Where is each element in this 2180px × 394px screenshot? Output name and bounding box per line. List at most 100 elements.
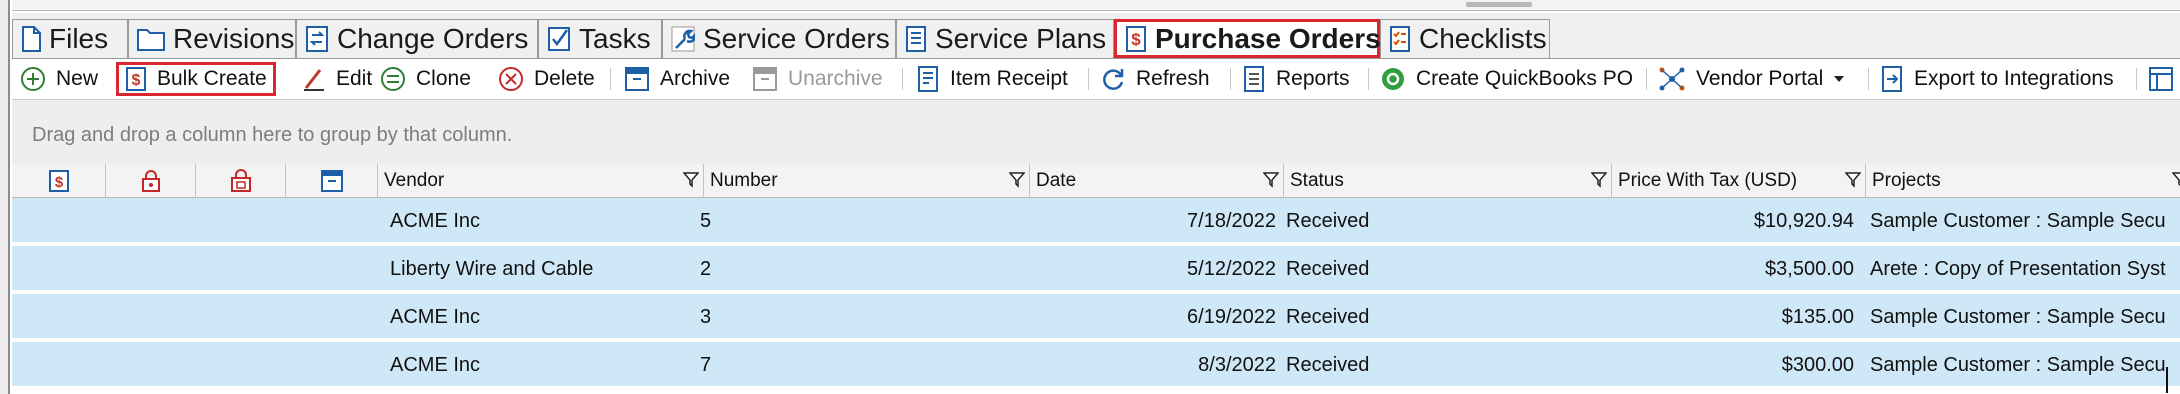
dollar-document-icon: $ (126, 67, 146, 91)
tab-files[interactable]: Files (12, 19, 128, 58)
table-row[interactable]: ACME Inc 5 7/18/2022 Received $10,920.94… (12, 198, 2180, 244)
price-cell: $300.00 (1781, 353, 1854, 376)
column-header-number[interactable]: Number (704, 164, 1030, 198)
clone-button[interactable]: Clone (380, 59, 471, 99)
toolbar-separator (1646, 68, 1647, 90)
tab-revisions[interactable]: Revisions (128, 19, 296, 58)
toolbar-separator (1368, 68, 1369, 90)
number-cell: 2 (700, 257, 712, 280)
toolbar-separator (610, 68, 611, 90)
archive-button[interactable]: Archive (624, 59, 730, 99)
toolbar-separator (1230, 68, 1231, 90)
refresh-button[interactable]: Refresh (1100, 59, 1210, 99)
table-row[interactable]: ACME Inc 3 6/19/2022 Received $135.00 Sa… (12, 294, 2180, 340)
item-receipt-button[interactable]: Item Receipt (916, 59, 1068, 99)
column-header-price-with-tax[interactable]: Price With Tax (USD) (1612, 164, 1866, 198)
svg-text:$: $ (132, 72, 141, 89)
checklist-icon (1390, 26, 1410, 52)
archive-icon (320, 170, 343, 192)
delete-circle-icon (499, 67, 523, 91)
purchase-orders-grid: $ Vendor Number Date Status Price With T… (12, 164, 2180, 394)
filter-icon[interactable] (1591, 172, 1607, 188)
splitter-grip[interactable] (1466, 2, 1532, 7)
tab-checklists[interactable]: Checklists (1380, 19, 1550, 58)
filter-icon[interactable] (2172, 172, 2180, 188)
tab-service-plans[interactable]: Service Plans (896, 19, 1114, 58)
tab-change-orders[interactable]: Change Orders (296, 19, 538, 58)
export-to-integrations-button[interactable]: Export to Integrations (1880, 59, 2114, 99)
filter-icon[interactable] (1009, 172, 1025, 188)
window-icon (2149, 67, 2173, 91)
network-icon (1659, 67, 1685, 91)
column-header-document-type[interactable]: $ (12, 164, 106, 198)
tab-label: Change Orders (337, 23, 529, 54)
vendor-portal-button[interactable]: Vendor Portal (1658, 59, 1845, 99)
number-cell: 3 (700, 305, 712, 328)
column-header-date[interactable]: Date (1030, 164, 1284, 198)
vendor-cell: ACME Inc (390, 353, 481, 376)
folder-icon (137, 29, 165, 51)
number-cell: 5 (700, 209, 712, 232)
quickbooks-icon (1382, 68, 1404, 90)
locked-folder-icon (230, 169, 251, 192)
reports-button[interactable]: Reports (1242, 59, 1350, 99)
receipt-icon (918, 66, 938, 92)
column-header-vendor[interactable]: Vendor (378, 164, 704, 198)
toolbar-separator (2136, 68, 2137, 90)
column-header-status[interactable]: Status (1284, 164, 1612, 198)
table-row[interactable]: Liberty Wire and Cable 2 5/12/2022 Recei… (12, 246, 2180, 292)
tab-label: Tasks (579, 23, 651, 54)
clone-icon (381, 67, 405, 91)
bulk-create-button[interactable]: $ Bulk Create (116, 62, 276, 96)
tab-service-orders[interactable]: Service Orders (662, 19, 896, 58)
top-splitter[interactable] (12, 0, 2180, 11)
dollar-document-icon: $ (1126, 25, 1146, 52)
column-header-archived[interactable] (286, 164, 378, 198)
filter-icon[interactable] (1263, 172, 1279, 188)
date-cell: 8/3/2022 (1198, 353, 1276, 376)
price-cell: $10,920.94 (1753, 209, 1854, 232)
group-by-panel[interactable]: Drag and drop a column here to group by … (12, 100, 2180, 165)
column-header-projects[interactable]: Projects (1866, 164, 2180, 198)
toolbar-separator (1868, 68, 1869, 90)
filter-icon[interactable] (1845, 172, 1861, 188)
projects-cell: Sample Customer : Sample Secu (1870, 305, 2166, 328)
unarchive-button[interactable]: Unarchive (752, 59, 883, 99)
plus-circle-icon (21, 67, 45, 91)
svg-text:$: $ (1131, 30, 1141, 49)
wrench-icon (671, 26, 695, 52)
projects-cell: Arete : Copy of Presentation Syst (1870, 257, 2166, 280)
delete-button[interactable]: Delete (498, 59, 595, 99)
tab-purchase-orders[interactable]: $ Purchase Orders (1114, 19, 1381, 58)
file-icon (22, 26, 41, 52)
date-cell: 7/18/2022 (1187, 209, 1276, 232)
column-header-locked[interactable] (106, 164, 196, 198)
dollar-document-icon: $ (48, 170, 69, 192)
window-left-border (0, 0, 10, 394)
status-cell: Received (1286, 209, 1370, 232)
date-cell: 6/19/2022 (1187, 305, 1276, 328)
vendor-cell: ACME Inc (390, 209, 481, 232)
toolbar-separator (902, 68, 903, 90)
text-cursor (2166, 367, 2168, 393)
dropdown-arrow-icon[interactable] (1833, 74, 1845, 84)
column-header-locked-folder[interactable] (196, 164, 286, 198)
toolbar-overflow-button[interactable] (2148, 59, 2174, 99)
vendor-cell: Liberty Wire and Cable (390, 257, 594, 280)
create-quickbooks-po-button[interactable]: Create QuickBooks PO (1380, 59, 1633, 99)
archive-icon (625, 67, 649, 91)
new-button[interactable]: New (20, 59, 98, 99)
number-cell: 7 (700, 353, 712, 376)
change-orders-icon (306, 26, 328, 52)
tab-label: Service Plans (935, 23, 1107, 54)
table-row[interactable]: ACME Inc 7 8/3/2022 Received $300.00 Sam… (12, 342, 2180, 388)
price-cell: $135.00 (1781, 305, 1854, 328)
filter-icon[interactable] (683, 172, 699, 188)
edit-button[interactable]: Edit (302, 59, 372, 99)
projects-cell: Sample Customer : Sample Secu (1870, 353, 2166, 376)
status-cell: Received (1286, 257, 1370, 280)
tab-tasks[interactable]: Tasks (538, 19, 662, 58)
price-cell: $3,500.00 (1765, 257, 1854, 280)
svg-text:$: $ (54, 174, 63, 191)
tab-label: Checklists (1419, 23, 1547, 54)
